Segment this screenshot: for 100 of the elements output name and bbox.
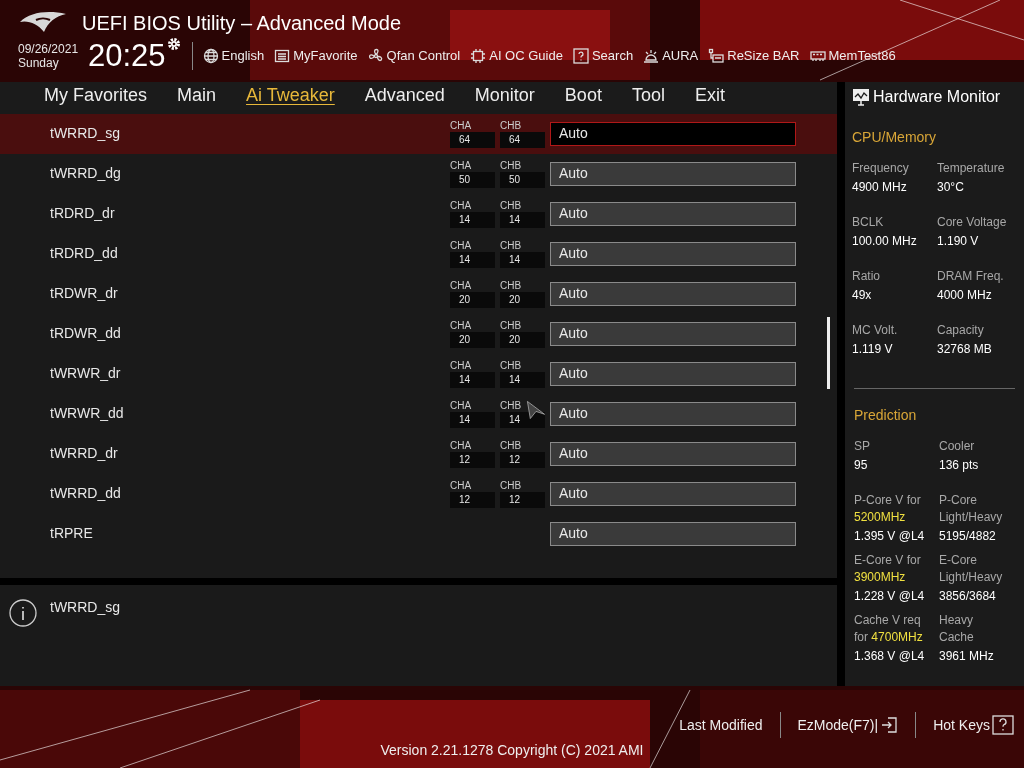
setting-row[interactable]: tRDRD_dr CHA 14 CHB 14 Auto bbox=[0, 193, 837, 234]
channel-label: CHA bbox=[450, 119, 472, 132]
channel-label: CHA bbox=[450, 159, 472, 172]
stat-value: 100.00 MHz bbox=[852, 233, 918, 250]
channel-label: CHB bbox=[500, 439, 522, 452]
tab[interactable]: Boot bbox=[564, 82, 602, 110]
channel-value: 20 bbox=[500, 291, 545, 308]
toolbar-button[interactable]: AI OC Guide bbox=[470, 45, 563, 66]
tab[interactable]: Main bbox=[177, 82, 217, 110]
stat-label: BCLK bbox=[852, 214, 885, 231]
channel-value: 50 bbox=[450, 171, 495, 188]
channel-label: CHB bbox=[500, 159, 522, 172]
toolbar-button[interactable]: MyFavorite bbox=[274, 45, 358, 66]
toolbar-button[interactable]: MemTest86 bbox=[809, 45, 896, 66]
stat-label: Capacity bbox=[937, 322, 985, 339]
channel-value: 12 bbox=[500, 451, 545, 468]
section-title: CPU/Memory bbox=[852, 129, 936, 145]
toolbar-button[interactable]: Search bbox=[572, 45, 634, 66]
setting-row[interactable]: tWRRD_dg CHA 50 CHB 50 Auto bbox=[0, 153, 837, 194]
version-text: Version 2.21.1278 Copyright (C) 2021 AMI bbox=[380, 741, 644, 760]
channel-value: 14 bbox=[450, 251, 495, 268]
value-field[interactable]: Auto bbox=[550, 281, 796, 306]
channel-label: CHB bbox=[500, 279, 522, 292]
stat-value: 30°C bbox=[937, 179, 965, 196]
value-field[interactable]: Auto bbox=[550, 161, 796, 186]
stat-label: Core Voltage bbox=[937, 214, 1008, 231]
channel-value: 14 bbox=[500, 211, 545, 228]
tab[interactable]: My Favorites bbox=[44, 82, 148, 110]
setting-row[interactable]: tRDWR_dd CHA 20 CHB 20 Auto bbox=[0, 313, 837, 354]
channel-label: CHB bbox=[500, 399, 522, 412]
setting-row[interactable]: tRDWR_dr CHA 20 CHB 20 Auto bbox=[0, 273, 837, 314]
stat-value: 32768 MB bbox=[937, 341, 993, 358]
channel-value: 12 bbox=[500, 491, 545, 508]
stat-label: P-Core Light/Heavy bbox=[939, 492, 1004, 526]
footer-button[interactable]: Last Modified bbox=[679, 714, 763, 736]
channel-value: 12 bbox=[450, 491, 495, 508]
footer-button[interactable]: Hot Keys bbox=[933, 714, 1014, 736]
setting-label: tRDRD_dr bbox=[49, 204, 116, 224]
tab[interactable]: Monitor bbox=[474, 82, 535, 110]
toolbar-button[interactable]: AURA bbox=[643, 45, 699, 66]
stat-label: Frequency bbox=[852, 160, 910, 177]
footer-button[interactable]: EzMode(F7)| bbox=[797, 714, 899, 736]
globe-icon bbox=[202, 47, 219, 64]
setting-row[interactable]: tWRWR_dd CHA 14 CHB 14 Auto bbox=[0, 393, 837, 434]
scrollbar[interactable] bbox=[827, 316, 830, 389]
setting-label: tWRWR_dr bbox=[49, 364, 122, 384]
stat-value: 95 bbox=[854, 457, 869, 474]
setting-label: tWRRD_dr bbox=[49, 444, 119, 464]
toolbar-button[interactable]: ReSize BAR bbox=[708, 45, 800, 66]
setting-label: tWRRD_sg bbox=[49, 124, 121, 144]
value-field[interactable]: Auto bbox=[550, 441, 796, 466]
setting-label: tWRRD_dd bbox=[49, 484, 122, 504]
setting-row[interactable]: tWRRD_sg CHA 64 CHB 64 Auto bbox=[0, 113, 837, 154]
value-field[interactable]: Auto bbox=[550, 401, 796, 426]
channel-label: CHB bbox=[500, 199, 522, 212]
card-icon bbox=[708, 47, 725, 64]
stat-value: 49x bbox=[852, 287, 873, 304]
channel-label: CHB bbox=[500, 479, 522, 492]
window-title: UEFI BIOS Utility – Advanced Mode bbox=[82, 11, 402, 36]
stat-label: Temperature bbox=[937, 160, 1006, 177]
value-field[interactable]: Auto bbox=[550, 481, 796, 506]
value-field[interactable]: Auto bbox=[550, 361, 796, 386]
value-field[interactable]: Auto bbox=[550, 321, 796, 346]
value-field[interactable]: Auto bbox=[550, 521, 796, 546]
channel-label: CHA bbox=[450, 199, 472, 212]
info-icon bbox=[9, 599, 37, 628]
toolbar-button[interactable]: English bbox=[202, 45, 265, 66]
day-text: Sunday bbox=[18, 55, 60, 70]
cursor-icon bbox=[526, 399, 546, 420]
settings-icon[interactable] bbox=[165, 36, 182, 52]
setting-label: tWRRD_dg bbox=[49, 164, 122, 184]
channel-label: CHB bbox=[500, 359, 522, 372]
value-field[interactable]: Auto bbox=[550, 201, 796, 226]
setting-row[interactable]: tRDRD_dd CHA 14 CHB 14 Auto bbox=[0, 233, 837, 274]
stat-label: Cooler bbox=[939, 438, 976, 455]
tab[interactable]: Ai Tweaker bbox=[246, 82, 335, 110]
setting-row[interactable]: tWRRD_dr CHA 12 CHB 12 Auto bbox=[0, 433, 837, 474]
setting-row[interactable]: tRPRE Auto bbox=[0, 513, 837, 554]
channel-value: 14 bbox=[450, 211, 495, 228]
setting-row[interactable]: tWRRD_dd CHA 12 CHB 12 Auto bbox=[0, 473, 837, 514]
channel-label: CHA bbox=[450, 399, 472, 412]
setting-label: tWRWR_dd bbox=[49, 404, 125, 424]
value-field[interactable]: Auto bbox=[550, 121, 796, 146]
channel-label: CHA bbox=[450, 239, 472, 252]
channel-label: CHA bbox=[450, 479, 472, 492]
stat-value: 5195/4882 bbox=[939, 528, 997, 545]
tab[interactable]: Advanced bbox=[364, 82, 445, 110]
toolbar-button[interactable]: Qfan Control bbox=[367, 45, 461, 66]
stat-value: 1.190 V bbox=[937, 233, 980, 250]
tab[interactable]: Exit bbox=[694, 82, 725, 110]
stat-value: 3961 MHz bbox=[939, 648, 995, 665]
channel-label: CHA bbox=[450, 439, 472, 452]
tab[interactable]: Tool bbox=[631, 82, 665, 110]
help-text: tWRRD_sg bbox=[50, 598, 120, 618]
chip-icon bbox=[470, 47, 487, 64]
panel-title: Hardware Monitor bbox=[873, 87, 1001, 107]
stat-value: 1.228 V @L4 bbox=[854, 588, 926, 605]
setting-row[interactable]: tWRWR_dr CHA 14 CHB 14 Auto bbox=[0, 353, 837, 394]
value-field[interactable]: Auto bbox=[550, 241, 796, 266]
stat-value: 4900 MHz bbox=[852, 179, 908, 196]
